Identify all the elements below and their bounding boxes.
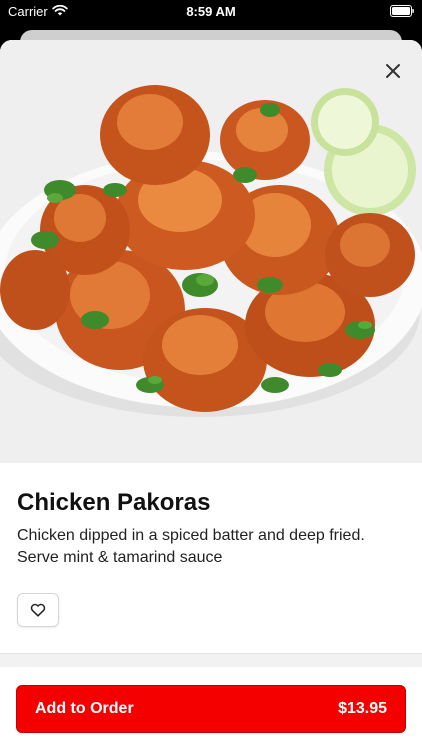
item-title: Chicken Pakoras [17, 489, 211, 516]
item-detail-sheet: Chicken Pakoras Chicken dipped in a spic… [0, 40, 422, 750]
item-price: $13.95 [338, 700, 387, 717]
close-button[interactable] [380, 58, 406, 84]
favorite-button[interactable] [17, 593, 59, 627]
close-icon [386, 64, 400, 78]
status-time: 8:59 AM [186, 4, 236, 19]
status-bar: Carrier 8:59 AM [0, 0, 422, 24]
battery-icon [390, 5, 414, 17]
heart-icon [30, 603, 46, 617]
section-divider [0, 653, 422, 667]
add-to-order-button[interactable]: Add to Order $13.95 [16, 685, 406, 733]
add-to-order-label: Add to Order [35, 700, 134, 717]
item-description: Chicken dipped in a spiced batter and de… [17, 527, 365, 566]
chicken-pakoras-photo [0, 40, 422, 463]
